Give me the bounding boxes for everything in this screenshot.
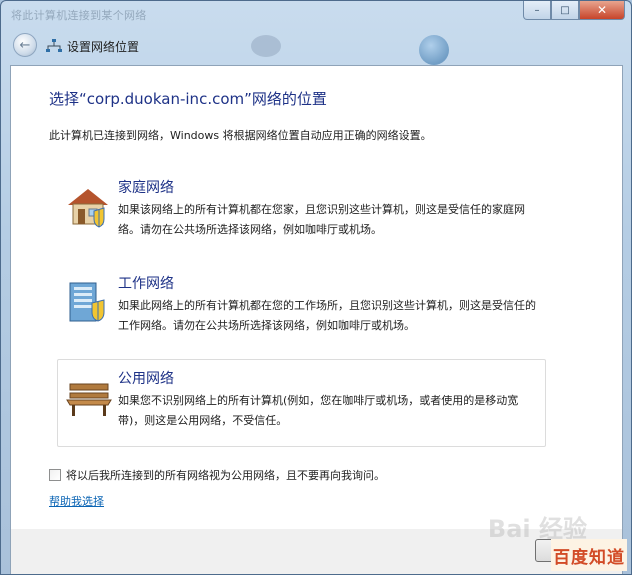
work-network-icon	[69, 282, 105, 322]
home-network-icon	[68, 189, 108, 228]
help-me-choose-link[interactable]: 帮助我选择	[49, 493, 104, 509]
navigation-bar: ← 设置网络位置	[1, 29, 631, 63]
option-description: 如果您不识别网络上的所有计算机(例如，您在咖啡厅或机场，或者使用的是移动宽带)，…	[118, 394, 519, 427]
option-title: 工作网络	[118, 276, 174, 292]
option-title: 公用网络	[118, 371, 174, 387]
minimize-button[interactable]: –	[523, 1, 551, 20]
back-button[interactable]: ←	[13, 33, 37, 57]
maximize-button[interactable]: □	[551, 1, 579, 20]
public-network-icon	[66, 383, 112, 416]
treat-all-public-checkbox[interactable]	[49, 469, 61, 481]
intro-text: 此计算机已连接到网络，Windows 将根据网络位置自动应用正确的网络设置。	[49, 129, 432, 142]
close-button[interactable]: ✕	[579, 1, 625, 20]
option-work-network[interactable]: 工作网络 如果此网络上的所有计算机都在您的工作场所，且您识别这些计算机，则这是受…	[57, 264, 546, 352]
title-bar-ghost-text: 将此计算机连接到某个网络	[11, 9, 147, 22]
page-heading: 选择“corp.duokan-inc.com”网络的位置	[49, 90, 327, 108]
caption-buttons: – □ ✕	[523, 1, 625, 20]
network-icon	[46, 39, 62, 52]
baidu-zhidao-logo: 百度知道	[551, 539, 627, 571]
option-description: 如果该网络上的所有计算机都在您家，且您识别这些计算机，则这是受信任的家庭网络。请…	[118, 203, 525, 236]
title-bar[interactable]: 将此计算机连接到某个网络 – □ ✕	[1, 1, 631, 65]
nav-title: 设置网络位置	[67, 40, 140, 54]
option-public-network[interactable]: 公用网络 如果您不识别网络上的所有计算机(例如，您在咖啡厅或机场，或者使用的是移…	[57, 359, 546, 447]
dialog-window: 将此计算机连接到某个网络 – □ ✕ ← 设置网络位置 选择“corp.duok…	[0, 0, 632, 575]
back-arrow-icon: ←	[19, 37, 31, 53]
option-title: 家庭网络	[118, 180, 174, 196]
content-panel: 选择“corp.duokan-inc.com”网络的位置 此计算机已连接到网络，…	[10, 65, 623, 574]
option-description: 如果此网络上的所有计算机都在您的工作场所，且您识别这些计算机，则这是受信任的工作…	[118, 299, 536, 332]
option-home-network[interactable]: 家庭网络 如果该网络上的所有计算机都在您家，且您识别这些计算机，则这是受信任的家…	[57, 168, 546, 256]
treat-all-public-row[interactable]: 将以后我所连接到的所有网络视为公用网络，且不要再向我询问。	[49, 467, 385, 483]
checkbox-label[interactable]: 将以后我所连接到的所有网络视为公用网络，且不要再向我询问。	[66, 467, 385, 483]
